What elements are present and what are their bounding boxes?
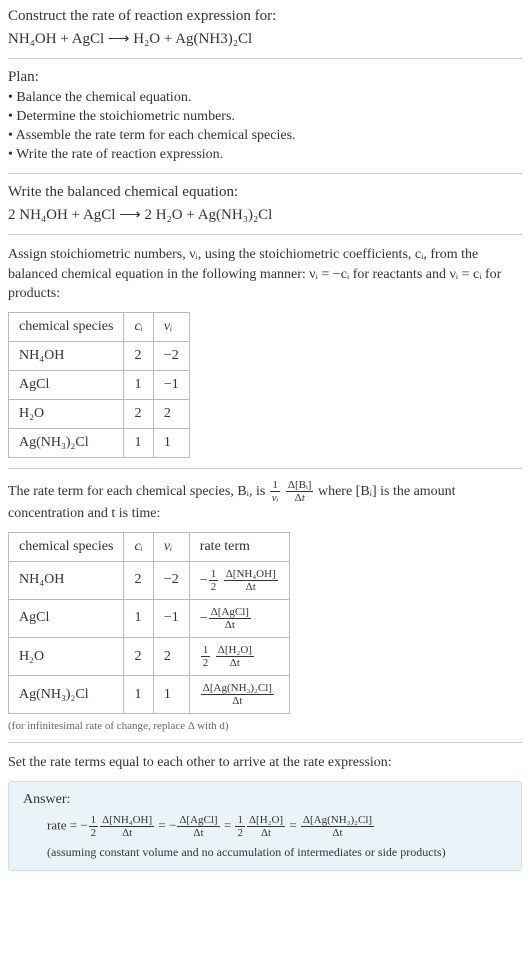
plan-item: Assemble the rate term for each chemical…: [8, 128, 522, 144]
v-cell: 2: [153, 637, 189, 675]
c-cell: 2: [124, 341, 153, 370]
plan-item: Write the rate of reaction expression.: [8, 147, 522, 163]
table-row: H₂O 2 2: [9, 399, 190, 428]
stoich-table: chemical species cᵢ νᵢ NH₄OH 2 −2 AgCl 1…: [8, 312, 190, 458]
table-header: chemical species: [9, 312, 124, 341]
table-header-row: chemical species cᵢ νᵢ rate term: [9, 532, 290, 561]
species-cell: Ag(NH₃)₂Cl: [9, 428, 124, 457]
answer-note: (assuming constant volume and no accumul…: [23, 845, 507, 860]
divider: [8, 173, 522, 174]
plan-list: Balance the chemical equation. Determine…: [8, 90, 522, 163]
c-cell: 1: [124, 428, 153, 457]
c-cell: 2: [124, 637, 153, 675]
answer-formula: rate = −12Δ[NH₄OH]Δt = −Δ[AgCl]Δt = 12Δ[…: [23, 814, 507, 839]
rate-cell: −Δ[AgCl]Δt: [189, 599, 289, 637]
c-cell: 1: [124, 599, 153, 637]
table-header: cᵢ: [124, 532, 153, 561]
rateterm-text: The rate term for each chemical species,…: [8, 479, 522, 524]
table-row: AgCl 1 −1 −Δ[AgCl]Δt: [9, 599, 290, 637]
divider: [8, 58, 522, 59]
prompt-section: Construct the rate of reaction expressio…: [8, 8, 522, 48]
final-section: Set the rate terms equal to each other t…: [8, 753, 522, 871]
rate-cell: Δ[Ag(NH₃)₂Cl]Δt: [189, 676, 289, 714]
answer-box: Answer: rate = −12Δ[NH₄OH]Δt = −Δ[AgCl]Δ…: [8, 781, 522, 871]
table-header: rate term: [189, 532, 289, 561]
stoich-section: Assign stoichiometric numbers, νᵢ, using…: [8, 245, 522, 458]
table-header: cᵢ: [124, 312, 153, 341]
v-cell: −1: [153, 599, 189, 637]
rate-cell: 12 Δ[H₂O]Δt: [189, 637, 289, 675]
c-cell: 1: [124, 370, 153, 399]
species-cell: NH₄OH: [9, 341, 124, 370]
divider: [8, 468, 522, 469]
species-cell: Ag(NH₃)₂Cl: [9, 676, 124, 714]
divider: [8, 234, 522, 235]
answer-label: Answer:: [23, 792, 507, 808]
v-cell: −1: [153, 370, 189, 399]
rateterm-table: chemical species cᵢ νᵢ rate term NH₄OH 2…: [8, 532, 290, 715]
v-cell: −2: [153, 561, 189, 599]
table-row: NH₄OH 2 −2: [9, 341, 190, 370]
plan-section: Plan: Balance the chemical equation. Det…: [8, 69, 522, 163]
species-cell: H₂O: [9, 399, 124, 428]
c-cell: 2: [124, 399, 153, 428]
table-row: AgCl 1 −1: [9, 370, 190, 399]
table-row: Ag(NH₃)₂Cl 1 1: [9, 428, 190, 457]
inline-frac: 1νᵢ: [270, 479, 281, 504]
balanced-equation: 2 NH₄OH + AgCl ⟶ 2 H₂O + Ag(NH₃)₂Cl: [8, 205, 522, 224]
v-cell: 1: [153, 428, 189, 457]
species-cell: AgCl: [9, 599, 124, 637]
species-cell: AgCl: [9, 370, 124, 399]
divider: [8, 742, 522, 743]
inline-frac: Δ[Bᵢ]Δt: [286, 479, 314, 504]
table-header: νᵢ: [153, 312, 189, 341]
plan-item: Balance the chemical equation.: [8, 90, 522, 106]
stoich-text: Assign stoichiometric numbers, νᵢ, using…: [8, 245, 522, 304]
v-cell: −2: [153, 341, 189, 370]
rateterm-note: (for infinitesimal rate of change, repla…: [8, 720, 522, 732]
prompt-equation: NH₄OH + AgCl ⟶ H₂O + Ag(NH3)₂Cl: [8, 29, 522, 48]
table-row: H₂O 2 2 12 Δ[H₂O]Δt: [9, 637, 290, 675]
table-header: chemical species: [9, 532, 124, 561]
balanced-section: Write the balanced chemical equation: 2 …: [8, 184, 522, 224]
species-cell: NH₄OH: [9, 561, 124, 599]
c-cell: 2: [124, 561, 153, 599]
table-header: νᵢ: [153, 532, 189, 561]
prompt-title: Construct the rate of reaction expressio…: [8, 8, 522, 25]
v-cell: 2: [153, 399, 189, 428]
table-row: NH₄OH 2 −2 −12 Δ[NH₄OH]Δt: [9, 561, 290, 599]
table-header-row: chemical species cᵢ νᵢ: [9, 312, 190, 341]
species-cell: H₂O: [9, 637, 124, 675]
plan-title: Plan:: [8, 69, 522, 86]
balanced-title: Write the balanced chemical equation:: [8, 184, 522, 201]
rate-cell: −12 Δ[NH₄OH]Δt: [189, 561, 289, 599]
v-cell: 1: [153, 676, 189, 714]
rateterm-section: The rate term for each chemical species,…: [8, 479, 522, 733]
plan-item: Determine the stoichiometric numbers.: [8, 109, 522, 125]
c-cell: 1: [124, 676, 153, 714]
table-row: Ag(NH₃)₂Cl 1 1 Δ[Ag(NH₃)₂Cl]Δt: [9, 676, 290, 714]
final-title: Set the rate terms equal to each other t…: [8, 753, 522, 773]
